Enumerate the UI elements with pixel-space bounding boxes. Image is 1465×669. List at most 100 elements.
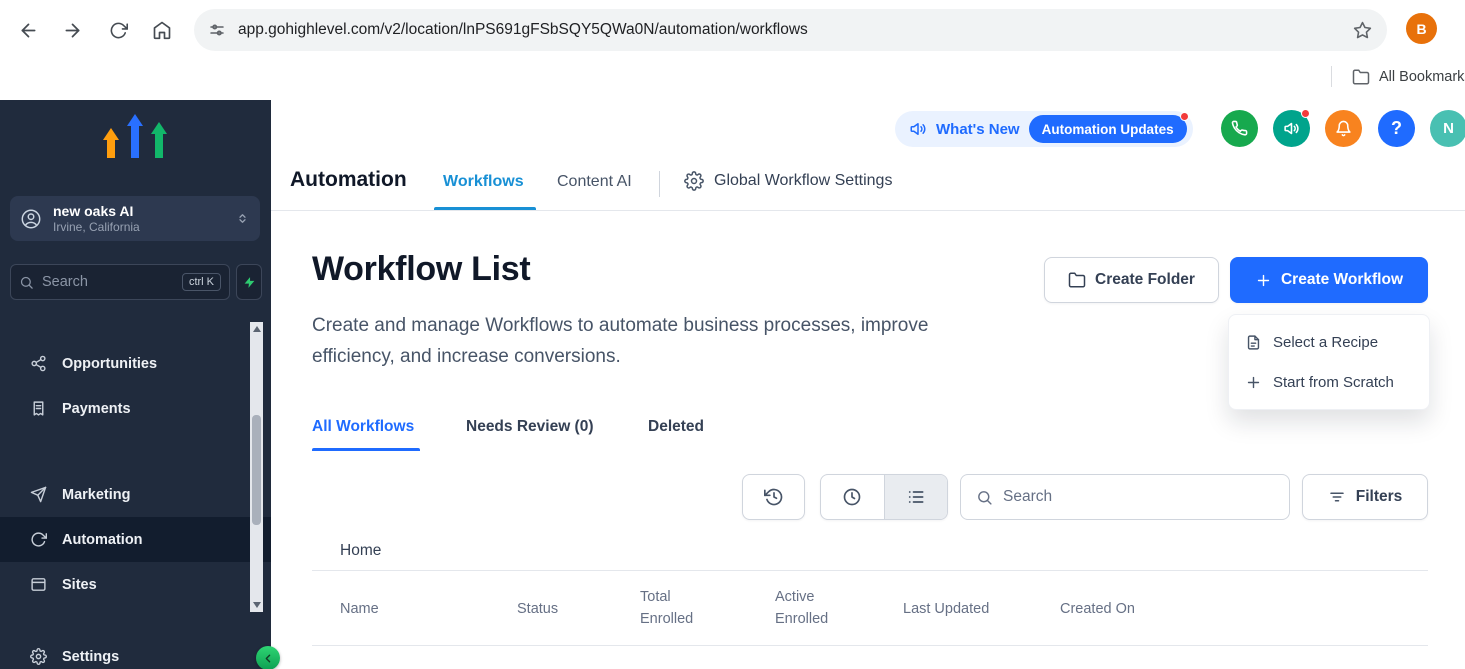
browser-back-icon[interactable]	[14, 16, 42, 44]
scrollbar-down-arrow[interactable]	[250, 598, 263, 612]
browser-toolbar: app.gohighlevel.com/v2/location/lnPS691g…	[0, 0, 1465, 58]
menu-item-start-from-scratch[interactable]: Start from Scratch	[1229, 362, 1429, 402]
breadcrumb-home[interactable]: Home	[340, 542, 381, 560]
schedule-view-button[interactable]	[821, 475, 884, 519]
sidebar-item-marketing[interactable]: Marketing	[0, 472, 271, 517]
folder-icon	[1068, 271, 1086, 289]
sidebar-item-label: Opportunities	[62, 356, 157, 372]
column-created-on: Created On	[1060, 571, 1135, 647]
sidebar-collapse-button[interactable]	[256, 646, 280, 669]
menu-item-select-recipe[interactable]: Select a Recipe	[1229, 322, 1429, 362]
list-icon	[906, 487, 926, 507]
gohighlevel-logo[interactable]	[99, 110, 171, 167]
create-folder-label: Create Folder	[1095, 271, 1195, 289]
sites-icon	[30, 576, 47, 593]
location-switcher[interactable]: new oaks AI Irvine, California	[10, 196, 260, 241]
automation-updates-badge[interactable]: Automation Updates	[1029, 115, 1187, 143]
user-avatar[interactable]: N	[1430, 110, 1465, 147]
browser-home-icon[interactable]	[148, 16, 176, 44]
browser-reload-icon[interactable]	[104, 16, 132, 44]
create-workflow-label: Create Workflow	[1281, 271, 1403, 289]
location-name: new oaks AI	[53, 203, 235, 220]
filters-label: Filters	[1356, 488, 1403, 506]
sidebar-item-opportunities[interactable]: Opportunities	[0, 341, 271, 386]
sidebar-item-settings[interactable]: Settings	[0, 634, 271, 669]
main-content: What's New Automation Updates ? N Automa…	[271, 100, 1465, 669]
create-workflow-button[interactable]: Create Workflow	[1230, 257, 1428, 303]
tab-content-ai[interactable]: Content AI	[557, 173, 632, 191]
search-icon	[19, 275, 34, 290]
workflow-search-input[interactable]	[1003, 488, 1274, 506]
global-workflow-settings-link[interactable]: Global Workflow Settings	[684, 171, 892, 191]
create-workflow-menu: Select a Recipe Start from Scratch	[1228, 314, 1430, 410]
tab-deleted[interactable]: Deleted	[648, 418, 704, 436]
whats-new-megaphone-icon	[909, 120, 927, 138]
payments-icon	[30, 400, 47, 417]
sidebar-item-label: Settings	[62, 649, 119, 665]
sidebar-item-label: Automation	[62, 532, 143, 548]
plus-icon	[1245, 374, 1262, 391]
workflow-list-heading: Workflow List	[312, 250, 530, 289]
gear-icon	[684, 171, 704, 191]
clock-icon	[842, 487, 862, 507]
opportunities-icon	[30, 355, 47, 372]
tab-needs-review[interactable]: Needs Review (0)	[466, 418, 594, 436]
sidebar-scrollbar[interactable]	[250, 322, 263, 612]
column-last-updated: Last Updated	[903, 571, 989, 647]
plus-icon	[1255, 272, 1272, 289]
scrollbar-thumb[interactable]	[252, 415, 261, 525]
sidebar-item-label: Marketing	[62, 487, 131, 503]
search-icon	[976, 489, 993, 506]
sidebar-item-label: Payments	[62, 401, 131, 417]
sidebar-item-sites[interactable]: Sites	[0, 562, 271, 607]
tab-all-workflows[interactable]: All Workflows	[312, 418, 414, 436]
header-bottom-border	[271, 210, 1465, 211]
search-shortcut-badge: ctrl K	[182, 273, 221, 291]
column-active-enrolled: Active Enrolled	[775, 586, 839, 630]
workflow-search[interactable]	[960, 474, 1290, 520]
create-folder-button[interactable]: Create Folder	[1044, 257, 1219, 303]
location-avatar-icon	[20, 208, 42, 230]
scrollbar-up-arrow[interactable]	[250, 322, 263, 336]
bookmarks-separator	[1331, 66, 1332, 87]
bell-icon	[1335, 120, 1352, 137]
browser-profile-avatar[interactable]: B	[1406, 13, 1437, 44]
sidebar-item-label: Sites	[62, 577, 97, 593]
recipe-document-icon	[1245, 334, 1262, 351]
whats-new-pill[interactable]: What's New Automation Updates	[895, 111, 1193, 147]
address-bar[interactable]: app.gohighlevel.com/v2/location/lnPS691g…	[194, 9, 1387, 51]
list-view-button[interactable]	[884, 475, 948, 519]
chevrons-up-down-icon	[235, 211, 250, 226]
select-recipe-label: Select a Recipe	[1273, 334, 1378, 351]
marketing-icon	[30, 486, 47, 503]
sidebar-search-input[interactable]	[42, 274, 182, 290]
sidebar-item-automation[interactable]: Automation	[0, 517, 271, 562]
bookmarks-folder-icon[interactable]	[1352, 68, 1370, 86]
notifications-button[interactable]	[1325, 110, 1362, 147]
announcements-button[interactable]	[1273, 110, 1310, 147]
location-city: Irvine, California	[53, 220, 235, 234]
all-bookmarks-label[interactable]: All Bookmarks	[1379, 60, 1465, 94]
start-from-scratch-label: Start from Scratch	[1273, 374, 1394, 391]
help-button[interactable]: ?	[1378, 110, 1415, 147]
browser-forward-icon[interactable]	[58, 16, 86, 44]
page-title: Automation	[290, 168, 407, 192]
bookmark-star-icon[interactable]	[1352, 20, 1373, 41]
quick-actions-button[interactable]	[236, 264, 262, 300]
clock-rewind-icon	[764, 487, 784, 507]
column-status: Status	[517, 571, 558, 647]
site-settings-icon[interactable]	[208, 21, 226, 39]
sidebar-search[interactable]: ctrl K	[10, 264, 230, 300]
automation-icon	[30, 531, 47, 548]
chevron-left-icon	[262, 652, 275, 665]
filters-button[interactable]: Filters	[1302, 474, 1428, 520]
bulk-actions-history-button[interactable]	[742, 474, 805, 520]
notification-dot	[1180, 112, 1189, 121]
sidebar-item-payments[interactable]: Payments	[0, 386, 271, 431]
tab-workflows[interactable]: Workflows	[443, 173, 524, 191]
view-toggle-group	[820, 474, 948, 520]
phone-button[interactable]	[1221, 110, 1258, 147]
gear-icon	[30, 648, 47, 665]
megaphone-icon	[1283, 120, 1300, 137]
active-list-tab-underline	[312, 448, 420, 451]
